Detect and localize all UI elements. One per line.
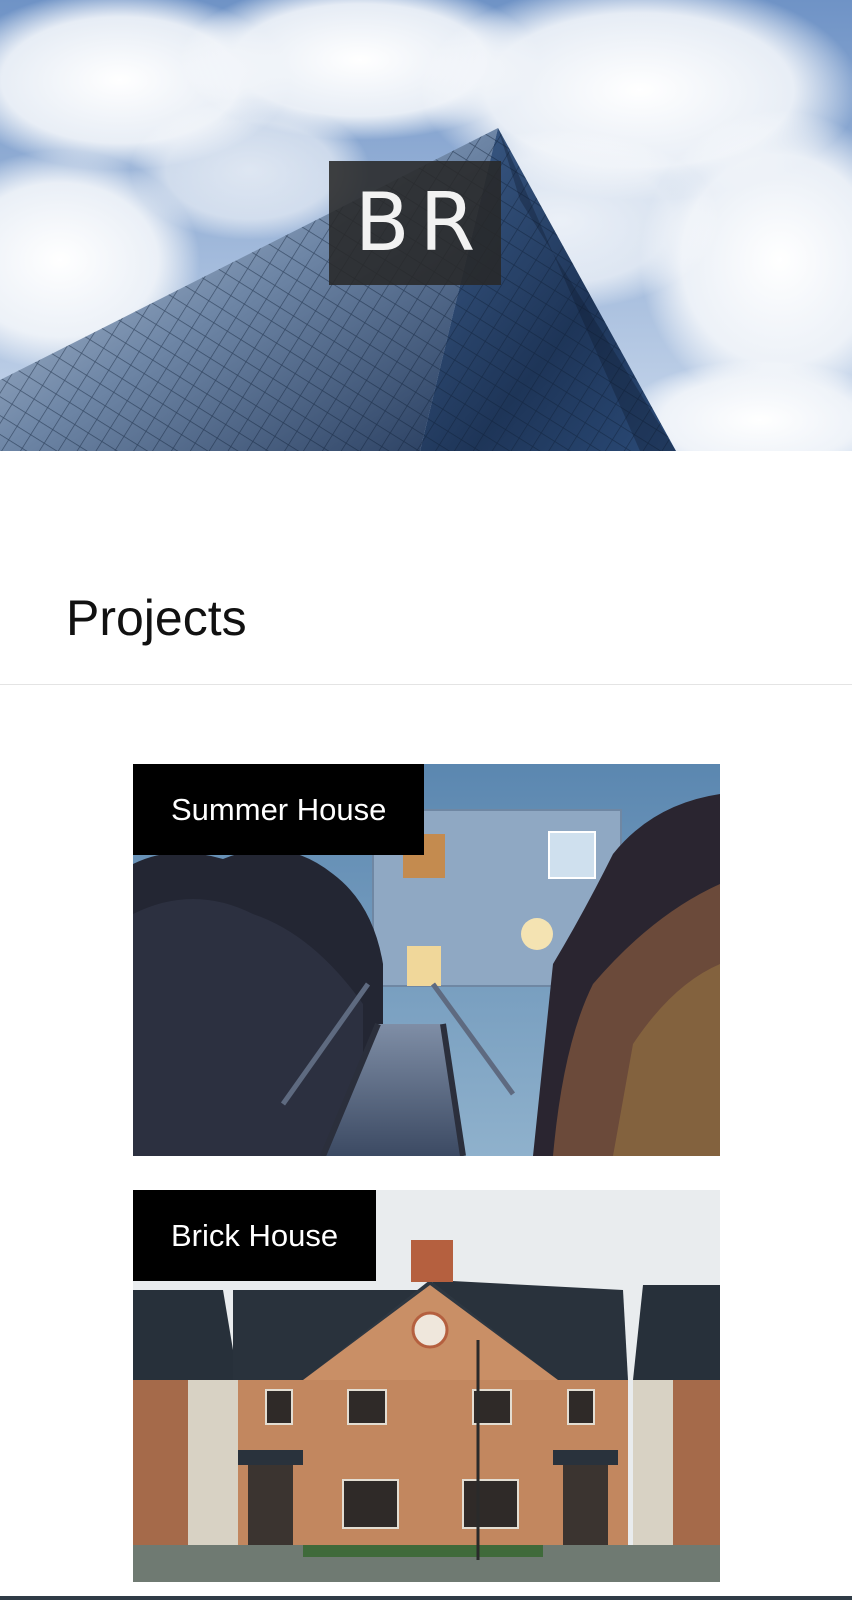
bottom-edge-bar	[0, 1596, 852, 1600]
section-title: Projects	[66, 590, 247, 646]
section-divider	[0, 684, 852, 685]
project-label-brick-house[interactable]: Brick House	[133, 1190, 377, 1281]
project-card-brick-house[interactable]: Brick House	[133, 1190, 720, 1582]
brand-logo[interactable]: BR	[329, 161, 501, 285]
project-card-summer-house[interactable]: Summer House	[133, 764, 720, 1156]
project-label-summer-house[interactable]: Summer House	[133, 764, 425, 855]
logo-text: BR	[354, 176, 486, 269]
